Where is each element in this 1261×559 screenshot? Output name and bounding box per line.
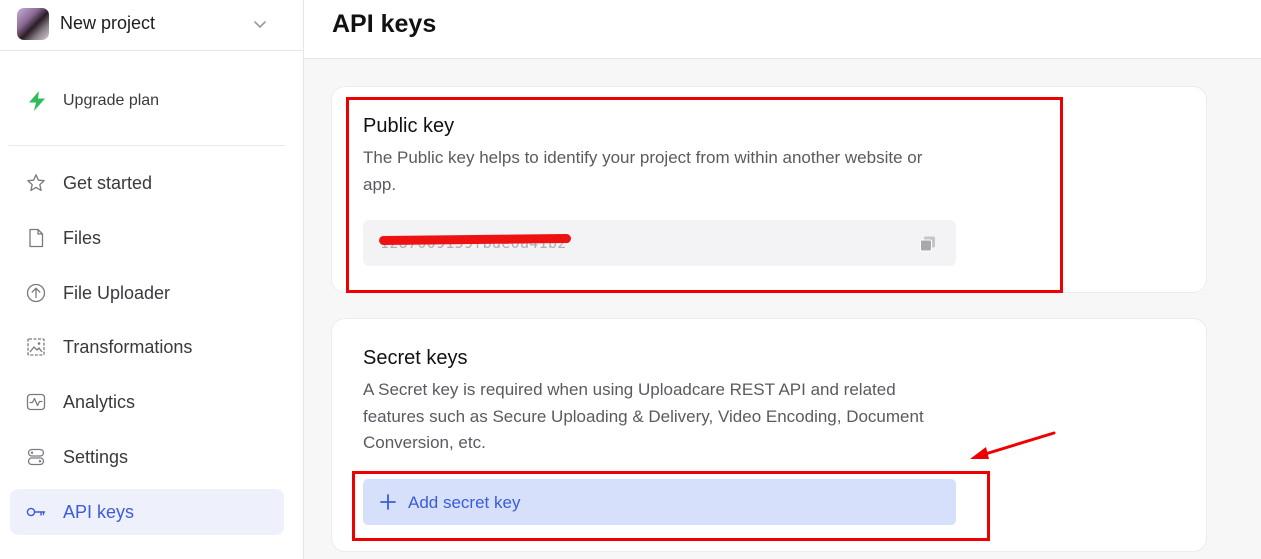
- sidebar-item-get-started[interactable]: Get started: [10, 160, 284, 206]
- sidebar-item-label: File Uploader: [63, 282, 171, 303]
- sidebar: New project Upgrade plan Get started Fil…: [0, 0, 304, 559]
- upgrade-plan-label: Upgrade plan: [63, 92, 160, 109]
- sidebar-item-settings[interactable]: Settings: [10, 434, 284, 480]
- sidebar-item-files[interactable]: Files: [10, 215, 284, 261]
- lightning-icon: [29, 91, 45, 111]
- upgrade-plan-link[interactable]: Upgrade plan: [20, 84, 280, 118]
- annotation-arrow-icon: [970, 431, 1056, 459]
- secret-keys-title: Secret keys: [363, 347, 468, 369]
- star-icon: [27, 174, 45, 192]
- project-avatar: [17, 8, 49, 40]
- sidebar-item-file-uploader[interactable]: File Uploader: [10, 270, 284, 316]
- sidebar-item-label: Files: [63, 227, 102, 248]
- page-title: API keys: [332, 10, 437, 38]
- settings-icon: [27, 448, 45, 466]
- page-header: API keys: [304, 0, 1261, 59]
- annotation-box-public-key: [346, 97, 1063, 293]
- project-switcher[interactable]: New project: [0, 0, 303, 51]
- sidebar-item-label: Transformations: [63, 337, 193, 358]
- sidebar-item-label: Get started: [63, 173, 153, 193]
- sidebar-item-label: Settings: [63, 446, 129, 467]
- sidebar-item-api-keys[interactable]: API keys: [10, 488, 284, 535]
- sidebar-nav: Get started Files File Uploader Transfor…: [10, 160, 284, 544]
- analytics-icon: [26, 394, 46, 411]
- sidebar-item-label: API keys: [63, 501, 135, 522]
- image-transform-icon: [27, 338, 45, 357]
- sidebar-item-label: Analytics: [63, 392, 136, 413]
- key-icon: [26, 507, 46, 517]
- file-icon: [29, 228, 44, 247]
- sidebar-item-analytics[interactable]: Analytics: [10, 379, 284, 425]
- chevron-down-icon[interactable]: [251, 15, 269, 33]
- annotation-box-add-secret-key: [352, 471, 990, 541]
- sidebar-divider: [9, 145, 285, 146]
- sidebar-item-transformations[interactable]: Transformations: [10, 324, 284, 370]
- upload-icon: [26, 283, 46, 302]
- project-name: New project: [60, 13, 156, 33]
- secret-keys-description: A Secret key is required when using Uplo…: [363, 380, 924, 452]
